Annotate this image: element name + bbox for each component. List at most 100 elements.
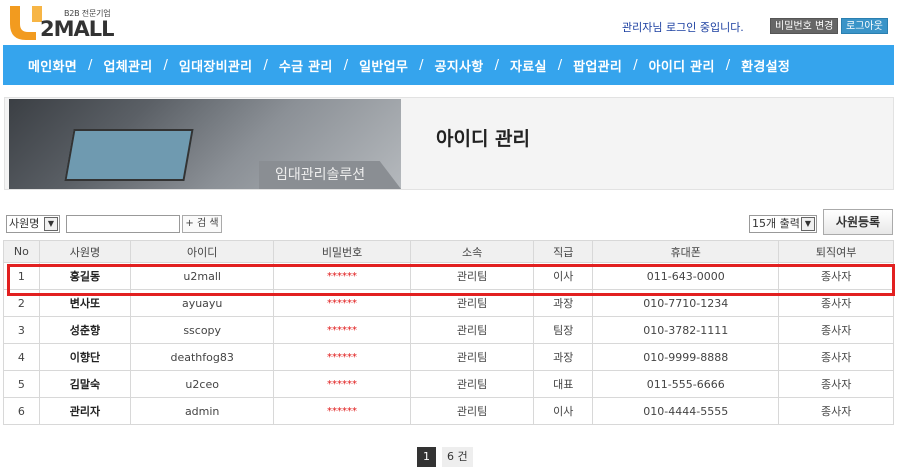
table-cell: 이향단 [38, 343, 132, 371]
nav-item[interactable]: 업체관리 [103, 56, 152, 75]
table-row[interactable]: 6 관리자 admin ****** 관리팀 이사 010-4444-5555 종사자 [3, 397, 894, 425]
table-cell: deathfog83 [130, 343, 275, 371]
table-cell: u2mall [130, 262, 275, 290]
table-cell: 010-7710-1234 [592, 289, 780, 317]
pagination: 1 6 건 [417, 447, 473, 467]
login-status: 관리자님 로그인 중입니다. [622, 21, 744, 34]
table-cell: 2 [3, 289, 40, 317]
table-cell: 관리팀 [409, 370, 535, 398]
nav-separator: / [343, 57, 349, 73]
banner-tag: 임대관리솔루션 [259, 161, 401, 189]
table-cell: 김말숙 [38, 370, 132, 398]
table-cell: 이사 [533, 397, 594, 425]
nav-separator: / [557, 57, 563, 73]
nav-item[interactable]: 자료실 [510, 56, 547, 75]
nav-item[interactable]: 임대장비관리 [179, 56, 253, 75]
table-cell: 010-4444-5555 [592, 397, 780, 425]
table-row[interactable]: 4 이향단 deathfog83 ****** 관리팀 과장 010-9999-8888 종사… [3, 343, 894, 371]
table-cell: u2ceo [130, 370, 275, 398]
logout-button[interactable]: 로그아웃 [841, 18, 888, 34]
nav-item[interactable]: 공지사항 [435, 56, 484, 75]
register-employee-button[interactable]: 사원등록 [823, 209, 893, 235]
table-cell: 종사자 [778, 343, 894, 371]
table-cell: 홍길동 [38, 262, 132, 290]
chevron-down-icon: ▼ [801, 217, 815, 231]
column-header: 직급 [533, 240, 594, 263]
page-current[interactable]: 1 [417, 447, 436, 467]
table-cell: ****** [273, 262, 411, 290]
table-row[interactable]: 5 김말숙 u2ceo ****** 관리팀 대표 011-555-6666 종사자 [3, 370, 894, 398]
table-cell: ****** [273, 397, 411, 425]
table-cell: 6 [3, 397, 40, 425]
employee-table: No 사원명 아이디 비밀번호 소속 직급 휴대폰 퇴직여부 1 홍길동 u2mall ******… [3, 240, 894, 425]
nav-item[interactable]: 환경설정 [741, 56, 790, 75]
table-cell: 관리자 [38, 397, 132, 425]
table-cell: sscopy [130, 316, 275, 344]
table-cell: 대표 [533, 370, 594, 398]
table-row[interactable]: 2 변사또 ayuayu ****** 관리팀 과장 010-7710-1234 종사자 [3, 289, 894, 317]
table-cell: admin [130, 397, 275, 425]
table-cell: 관리팀 [409, 397, 535, 425]
search-field-value: 사원명 [9, 217, 40, 230]
table-cell: ****** [273, 316, 411, 344]
column-header: 퇴직여부 [778, 240, 894, 263]
table-cell: 종사자 [778, 316, 894, 344]
table-cell: ayuayu [130, 289, 275, 317]
copier-screen [64, 129, 194, 181]
column-header: No [3, 240, 40, 263]
table-cell: 성춘향 [38, 316, 132, 344]
nav-item[interactable]: 팝업관리 [573, 56, 622, 75]
table-cell: 종사자 [778, 370, 894, 398]
nav-separator: / [633, 57, 638, 73]
column-header: 사원명 [38, 240, 132, 263]
table-cell: 011-643-0000 [592, 262, 780, 290]
table-cell: 종사자 [778, 289, 894, 317]
nav-item[interactable]: 일반업무 [359, 56, 408, 75]
table-cell: 010-3782-1111 [592, 316, 780, 344]
table-cell: 3 [3, 316, 40, 344]
table-cell: 과장 [533, 343, 594, 371]
logo[interactable]: B2B 전문기업 2MALL [6, 2, 136, 42]
chevron-down-icon: ▼ [44, 217, 58, 231]
nav-separator: / [163, 57, 168, 73]
search-field-select[interactable]: 사원명 ▼ [6, 215, 60, 233]
table-cell: ****** [273, 343, 411, 371]
table-cell: 과장 [533, 289, 594, 317]
nav-item[interactable]: 아이디 관리 [649, 56, 715, 75]
nav-separator: / [494, 57, 499, 73]
table-cell: 이사 [533, 262, 594, 290]
column-header: 비밀번호 [273, 240, 411, 263]
table-cell: 관리팀 [409, 262, 535, 290]
table-cell: 변사또 [38, 289, 132, 317]
table-header-row: No 사원명 아이디 비밀번호 소속 직급 휴대폰 퇴직여부 [3, 240, 894, 263]
table-cell: 5 [3, 370, 40, 398]
table-cell: 종사자 [778, 262, 894, 290]
search-input[interactable] [66, 215, 180, 233]
page-size-select[interactable]: 15개 출력 ▼ [749, 215, 817, 233]
table-row[interactable]: 1 홍길동 u2mall ****** 관리팀 이사 011-643-0000 종사자 [3, 262, 894, 290]
main-nav: 메인화면 / 업체관리 / 임대장비관리 / 수금 관리 / 일반업무 / 공지사항 / 자료실 / 팝업관… [3, 45, 894, 85]
table-cell: 관리팀 [409, 343, 535, 371]
change-password-button[interactable]: 비밀번호 변경 [770, 18, 839, 34]
nav-separator: / [263, 57, 268, 73]
nav-separator: / [725, 57, 731, 73]
total-count: 6 건 [442, 447, 473, 467]
table-cell: 종사자 [778, 397, 894, 425]
column-header: 휴대폰 [592, 240, 780, 263]
table-cell: 관리팀 [409, 316, 535, 344]
table-cell: 1 [3, 262, 40, 290]
nav-separator: / [88, 57, 93, 73]
table-cell: 4 [3, 343, 40, 371]
table-row[interactable]: 3 성춘향 sscopy ****** 관리팀 팀장 010-3782-1111 종사자 [3, 316, 894, 344]
table-cell: 010-9999-8888 [592, 343, 780, 371]
table-cell: 팀장 [533, 316, 594, 344]
column-header: 아이디 [130, 240, 275, 263]
nav-item[interactable]: 수금 관리 [279, 56, 333, 75]
page-banner: 임대관리솔루션 아이디 관리 [4, 97, 894, 190]
table-cell: ****** [273, 289, 411, 317]
nav-separator: / [419, 57, 424, 73]
table-cell: 관리팀 [409, 289, 535, 317]
nav-item[interactable]: 메인화면 [28, 56, 77, 75]
column-header: 소속 [409, 240, 535, 263]
search-button[interactable]: + 검 색 [182, 215, 222, 233]
